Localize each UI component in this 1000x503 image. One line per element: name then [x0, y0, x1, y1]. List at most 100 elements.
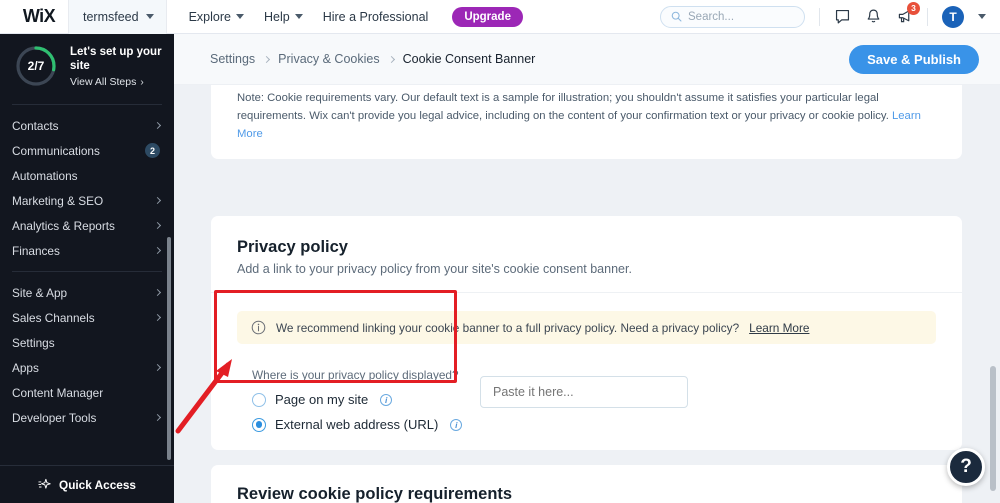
help-button[interactable]: ? [947, 448, 985, 486]
privacy-policy-url-input[interactable] [480, 376, 688, 408]
chevron-right-icon: › [140, 76, 144, 88]
top-bar: WiX termsfeed Explore Help Hire a Profes… [0, 0, 1000, 34]
radio-button-unselected[interactable] [252, 392, 266, 407]
megaphone-icon[interactable]: 3 [896, 2, 920, 25]
save-and-publish-button[interactable]: Save & Publish [849, 44, 979, 74]
sidebar-item-content-manager[interactable]: Content Manager [0, 380, 174, 405]
sidebar-item-label: Automations [12, 168, 78, 183]
notice-learn-more-link[interactable]: Learn More [749, 321, 809, 335]
privacy-policy-url-field-wrap [480, 362, 688, 432]
sidebar-item-site-app[interactable]: Site & App [0, 280, 174, 305]
privacy-policy-question: Where is your privacy policy displayed? [252, 368, 459, 382]
breadcrumb-privacy-cookies[interactable]: Privacy & Cookies [278, 52, 379, 66]
chevron-right-icon [263, 55, 271, 63]
privacy-policy-notice: We recommend linking your cookie banner … [237, 311, 936, 344]
breadcrumb-settings[interactable]: Settings [210, 52, 255, 66]
search-icon [671, 11, 682, 22]
setup-progress-card[interactable]: 2/7 Let's set up your site View All Step… [0, 34, 174, 102]
chevron-right-icon [153, 313, 162, 322]
privacy-policy-subtitle: Add a link to your privacy policy from y… [237, 262, 632, 276]
divider [927, 7, 928, 26]
review-requirements-header: Review cookie policy requirements [211, 465, 962, 503]
sidebar-item-sales-channels[interactable]: Sales Channels [0, 305, 174, 330]
progress-ring: 2/7 [14, 44, 58, 88]
radio-page-on-my-site[interactable]: Page on my site i [252, 392, 480, 407]
megaphone-badge: 3 [907, 2, 920, 15]
sidebar-item-label: Developer Tools [12, 410, 97, 425]
sidebar-scrollbar[interactable] [167, 237, 171, 460]
radio-external-web-address-label: External web address (URL) [275, 417, 439, 432]
sidebar-item-label: Apps [12, 360, 39, 375]
sidebar-item-automations[interactable]: Automations [0, 163, 174, 188]
sidebar-item-communications[interactable]: Communications 2 [0, 138, 174, 163]
chevron-down-icon [294, 14, 303, 19]
view-all-steps-label: View All Steps [70, 76, 137, 88]
sidebar-item-label: Settings [12, 335, 55, 350]
radio-external-web-address[interactable]: External web address (URL) i [252, 417, 480, 432]
cookie-note-text: Note: Cookie requirements vary. Our defa… [237, 89, 934, 143]
nav-hire-professional[interactable]: Hire a Professional [323, 10, 429, 24]
chevron-right-icon [153, 288, 162, 297]
sidebar-item-label: Finances [12, 243, 60, 258]
progress-ring-label: 2/7 [27, 59, 45, 73]
sidebar-item-marketing-seo[interactable]: Marketing & SEO [0, 188, 174, 213]
notification-bell-icon[interactable] [865, 8, 882, 25]
info-circle-icon [251, 320, 266, 335]
divider [819, 7, 820, 26]
wix-logo[interactable]: WiX [0, 6, 60, 27]
privacy-policy-title: Privacy policy [237, 238, 348, 256]
nav-explore-label: Explore [188, 9, 231, 24]
nav-explore[interactable]: Explore [189, 10, 244, 24]
sidebar: 2/7 Let's set up your site View All Step… [0, 34, 174, 503]
breadcrumb-cookie-consent-banner: Cookie Consent Banner [402, 52, 536, 66]
nav-help-label: Help [263, 9, 290, 24]
view-all-steps-link[interactable]: View All Steps › [70, 76, 162, 88]
info-circle-icon[interactable]: i [380, 393, 393, 406]
setup-title: Let's set up your site [70, 46, 162, 72]
review-requirements-card: Review cookie policy requirements The st… [211, 465, 962, 503]
sparkle-star-icon [38, 478, 51, 489]
communications-badge: 2 [145, 143, 160, 158]
upgrade-button[interactable]: Upgrade [452, 6, 523, 27]
chevron-down-icon [235, 14, 244, 19]
chat-bubble-icon[interactable] [834, 8, 851, 25]
sidebar-item-label: Content Manager [12, 385, 104, 400]
settings-scroll-area: Note: Cookie requirements vary. Our defa… [174, 85, 1000, 503]
sidebar-item-developer-tools[interactable]: Developer Tools [0, 405, 174, 430]
nav-help[interactable]: Help [264, 10, 303, 24]
sidebar-item-analytics-reports[interactable]: Analytics & Reports [0, 213, 174, 238]
notice-text: We recommend linking your cookie banner … [276, 320, 740, 335]
chevron-down-icon [145, 14, 154, 19]
radio-button-selected[interactable] [252, 417, 266, 432]
avatar[interactable]: T [942, 5, 964, 28]
sidebar-item-settings[interactable]: Settings [0, 330, 174, 355]
nav-hire-label: Hire a Professional [322, 9, 429, 24]
search-placeholder-text: Search... [688, 10, 735, 23]
sidebar-item-label: Analytics & Reports [12, 218, 115, 233]
sidebar-item-contacts[interactable]: Contacts [0, 113, 174, 138]
sidebar-item-label: Contacts [12, 118, 59, 133]
chevron-right-icon [153, 246, 162, 255]
sidebar-item-apps[interactable]: Apps [0, 355, 174, 380]
sidebar-item-label: Site & App [12, 285, 68, 300]
main-content: Settings Privacy & Cookies Cookie Consen… [174, 34, 1000, 503]
breadcrumb-bar: Settings Privacy & Cookies Cookie Consen… [174, 34, 1000, 85]
chevron-right-icon [153, 221, 162, 230]
review-requirements-title: Review cookie policy requirements [237, 485, 513, 503]
quick-access-label: Quick Access [59, 477, 136, 492]
sidebar-item-finances[interactable]: Finances [0, 238, 174, 263]
main-scrollbar[interactable] [990, 366, 996, 491]
chevron-right-icon [387, 55, 395, 63]
sidebar-item-label: Marketing & SEO [12, 193, 104, 208]
site-name: termsfeed [83, 9, 139, 24]
sidebar-item-label: Communications [12, 143, 100, 158]
cookie-note-body: Note: Cookie requirements vary. Our defa… [237, 92, 889, 122]
quick-access-button[interactable]: Quick Access [0, 465, 174, 503]
sidebar-item-label: Sales Channels [12, 310, 95, 325]
search-input[interactable]: Search... [660, 5, 805, 28]
chevron-right-icon [153, 121, 162, 130]
chevron-down-icon[interactable] [978, 14, 986, 19]
info-circle-icon[interactable]: i [450, 418, 463, 431]
site-switcher[interactable]: termsfeed [68, 0, 167, 34]
top-bar-right: Search... 3 T [660, 2, 1000, 28]
